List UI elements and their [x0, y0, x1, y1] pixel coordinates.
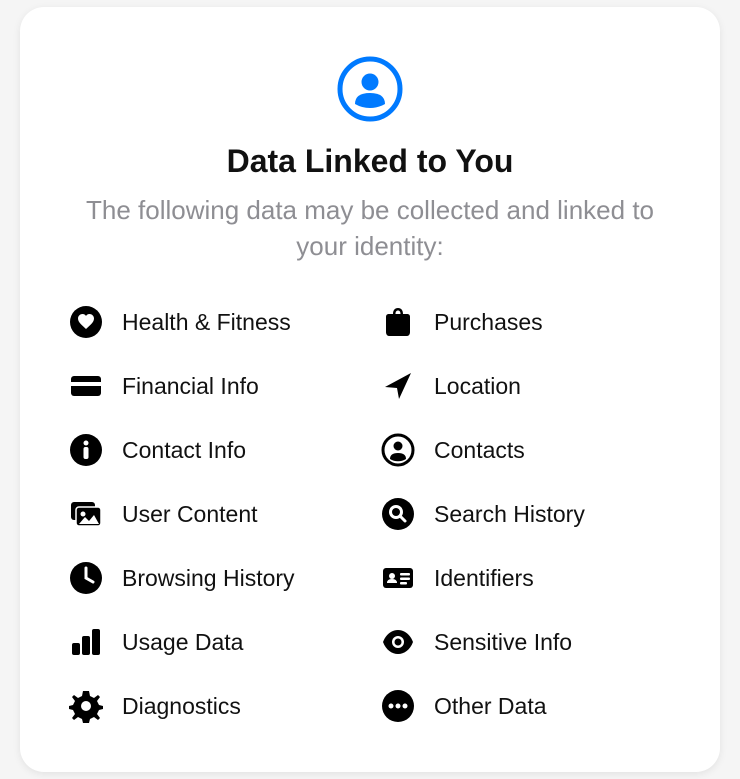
- data-type-label: Sensitive Info: [434, 629, 572, 656]
- data-type-contact-info: Contact Info: [68, 432, 360, 468]
- data-type-label: Usage Data: [122, 629, 243, 656]
- location-arrow-icon: [380, 368, 416, 404]
- person-circle-icon: [380, 432, 416, 468]
- bars-icon: [68, 624, 104, 660]
- data-type-financial-info: Financial Info: [68, 368, 360, 404]
- heart-circle-icon: [68, 304, 104, 340]
- data-type-label: Location: [434, 373, 521, 400]
- data-type-user-content: User Content: [68, 496, 360, 532]
- clock-icon: [68, 560, 104, 596]
- search-circle-icon: [380, 496, 416, 532]
- data-type-label: Financial Info: [122, 373, 259, 400]
- data-type-contacts: Contacts: [380, 432, 672, 468]
- info-circle-icon: [68, 432, 104, 468]
- data-type-label: Diagnostics: [122, 693, 241, 720]
- data-type-search-history: Search History: [380, 496, 672, 532]
- card-subtitle: The following data may be collected and …: [68, 192, 672, 265]
- data-type-location: Location: [380, 368, 672, 404]
- data-type-diagnostics: Diagnostics: [68, 688, 360, 724]
- data-type-other-data: Other Data: [380, 688, 672, 724]
- data-type-label: Health & Fitness: [122, 309, 291, 336]
- data-type-identifiers: Identifiers: [380, 560, 672, 596]
- data-type-label: Search History: [434, 501, 585, 528]
- ellipsis-circle-icon: [380, 688, 416, 724]
- card-title: Data Linked to You: [68, 143, 672, 180]
- gear-icon: [68, 688, 104, 724]
- data-type-label: Other Data: [434, 693, 547, 720]
- bag-icon: [380, 304, 416, 340]
- eye-icon: [380, 624, 416, 660]
- data-types-grid: Health & Fitness Purchases Financial Inf…: [68, 304, 672, 724]
- data-type-label: Purchases: [434, 309, 543, 336]
- photos-icon: [68, 496, 104, 532]
- data-type-health-fitness: Health & Fitness: [68, 304, 360, 340]
- data-type-label: Browsing History: [122, 565, 295, 592]
- card-header: Data Linked to You The following data ma…: [68, 55, 672, 265]
- id-card-icon: [380, 560, 416, 596]
- data-type-label: User Content: [122, 501, 258, 528]
- data-type-usage-data: Usage Data: [68, 624, 360, 660]
- data-type-label: Contacts: [434, 437, 525, 464]
- privacy-card: Data Linked to You The following data ma…: [20, 7, 720, 773]
- data-type-purchases: Purchases: [380, 304, 672, 340]
- person-linked-icon: [336, 55, 404, 123]
- data-type-browsing-history: Browsing History: [68, 560, 360, 596]
- data-type-label: Identifiers: [434, 565, 534, 592]
- data-type-sensitive-info: Sensitive Info: [380, 624, 672, 660]
- credit-card-icon: [68, 368, 104, 404]
- data-type-label: Contact Info: [122, 437, 246, 464]
